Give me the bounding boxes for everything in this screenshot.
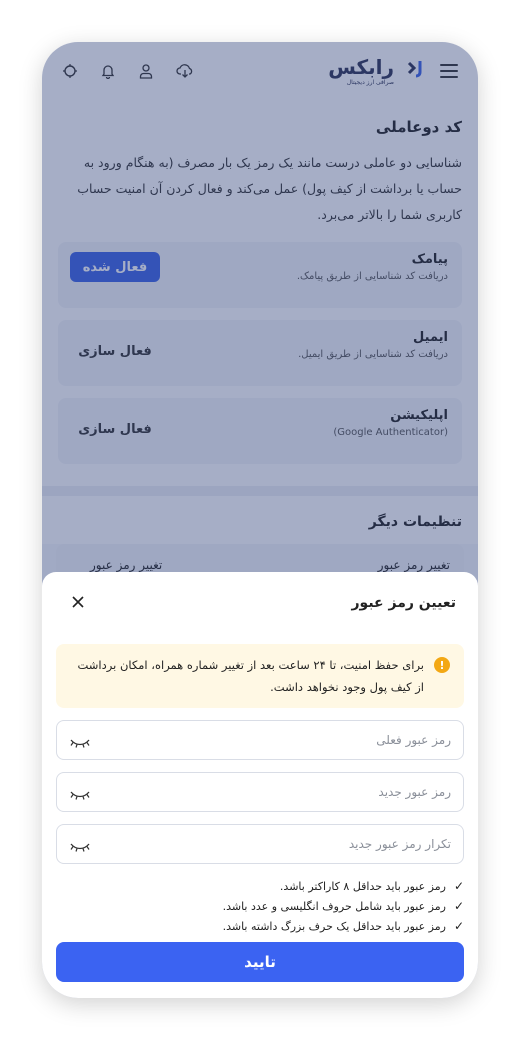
rule-item: ✓ رمز عبور باید حداقل ۸ کاراکتر باشد.	[56, 876, 464, 896]
rule-text: رمز عبور باید شامل حروف انگلیسی و عدد با…	[222, 899, 446, 913]
current-password-input[interactable]	[151, 733, 451, 747]
phone-frame: رابکس صرافی ارز دیجیتال کد دوعاملی شناسا…	[42, 42, 478, 998]
rule-item: ✓ رمز عبور باید شامل حروف انگلیسی و عدد …	[56, 896, 464, 916]
close-icon[interactable]	[72, 594, 84, 612]
check-icon: ✓	[453, 919, 464, 933]
rule-text: رمز عبور باید حداقل ۸ کاراکتر باشد.	[279, 879, 446, 893]
rule-item: ✓ رمز عبور باید حداقل یک حرف بزرگ داشته …	[56, 916, 464, 936]
eye-closed-icon[interactable]	[69, 734, 91, 748]
modal-header: تعیین رمز عبور	[56, 572, 464, 634]
app-screen: رابکس صرافی ارز دیجیتال کد دوعاملی شناسا…	[42, 42, 478, 998]
new-password-field	[56, 772, 464, 812]
confirm-password-input[interactable]	[151, 837, 451, 851]
eye-closed-icon[interactable]	[69, 786, 91, 800]
password-rules: ✓ رمز عبور باید حداقل ۸ کاراکتر باشد. ✓ …	[56, 876, 464, 936]
rule-text: رمز عبور باید حداقل یک حرف بزرگ داشته با…	[222, 919, 446, 933]
confirm-button[interactable]: تایید	[56, 942, 464, 982]
set-password-modal: تعیین رمز عبور ! برای حفظ امنیت، تا ۲۴ س…	[42, 572, 478, 998]
confirm-password-field	[56, 824, 464, 864]
alert-text: برای حفظ امنیت، تا ۲۴ ساعت بعد از تغییر …	[77, 658, 425, 694]
security-alert: ! برای حفظ امنیت، تا ۲۴ ساعت بعد از تغیی…	[56, 644, 464, 708]
current-password-field	[56, 720, 464, 760]
new-password-input[interactable]	[151, 785, 451, 799]
check-icon: ✓	[453, 899, 464, 913]
modal-title: تعیین رمز عبور	[351, 595, 457, 611]
check-icon: ✓	[453, 879, 464, 893]
eye-closed-icon[interactable]	[69, 838, 91, 852]
warning-icon: !	[434, 657, 450, 673]
